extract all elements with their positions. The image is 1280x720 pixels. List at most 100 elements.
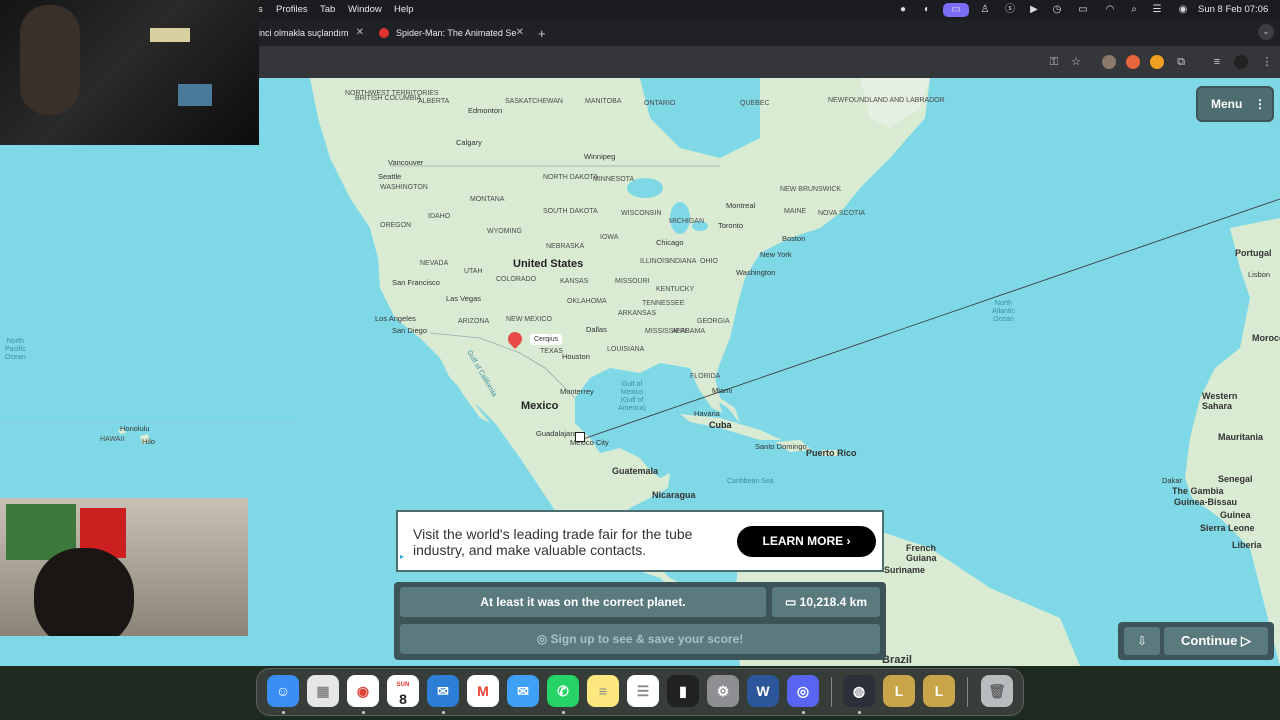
profile-avatar-icon[interactable] [1234, 55, 1248, 69]
obs-icon[interactable]: ◍ [843, 675, 875, 707]
menu-help[interactable]: Help [394, 4, 414, 15]
mail-icon[interactable]: ✉ [507, 675, 539, 707]
close-tab-icon[interactable]: ✕ [356, 24, 364, 42]
city-label: Los Angeles [375, 314, 416, 323]
region-label: ALABAMA [672, 328, 706, 335]
pin-location-button[interactable]: ⇩ [1124, 627, 1160, 655]
ocean-label-gulf: Gulf of Mexico (Gulf of America) [618, 381, 647, 412]
search-icon[interactable]: ⌕ [1127, 3, 1141, 17]
menu-window[interactable]: Window [348, 4, 382, 15]
siri-icon[interactable]: ◉ [1176, 3, 1190, 17]
tab-search-icon[interactable]: ⌄ [1258, 24, 1274, 40]
running-indicator [362, 711, 365, 714]
new-tab-button[interactable]: + [538, 26, 546, 41]
whatsapp-icon[interactable]: ✆ [547, 675, 579, 707]
launchpad-icon[interactable]: ▦ [307, 675, 339, 707]
car-display [178, 84, 212, 106]
advertisement[interactable]: Visit the world's leading trade fair for… [396, 510, 884, 572]
league-game-icon[interactable]: L [923, 675, 955, 707]
status-dot-icon[interactable]: ● [896, 3, 910, 17]
settings-gear-icon[interactable]: ⚙ [707, 675, 739, 707]
running-indicator [858, 711, 861, 714]
city-label: New York [760, 250, 792, 259]
continue-button[interactable]: Continue ▷ [1164, 627, 1268, 655]
calendar-day: 8 [399, 691, 407, 707]
region-label: ILLINOIS [640, 258, 669, 265]
finder-icon[interactable]: ☺ [267, 675, 299, 707]
ocean-label-atlantic: North Atlantic Ocean [992, 300, 1015, 323]
battery-icon[interactable]: ▭ [1074, 3, 1092, 17]
discord-icon[interactable]: ◎ [787, 675, 819, 707]
region-label: WISCONSIN [621, 210, 662, 217]
region-label: FLORIDA [690, 373, 721, 380]
ruler-icon: ▭ [784, 595, 800, 609]
region-label: ONTARIO [644, 100, 676, 107]
tab-spiderman[interactable]: Spider-Man: The Animated Se ✕ [374, 24, 530, 46]
calendar-icon[interactable]: SUN 8 [387, 675, 419, 707]
city-label: The Gambia [1172, 486, 1224, 496]
battery-menu-icon[interactable]: ♙ [978, 3, 992, 17]
reading-list-icon[interactable]: ≡ [1210, 55, 1224, 69]
region-label: OREGON [380, 222, 412, 229]
notes-icon[interactable]: ≡ [587, 675, 619, 707]
region-label: OKLAHOMA [567, 298, 607, 305]
tab-inactive[interactable]: inci olmakla suçlandım ✕ [252, 24, 370, 46]
city-label: Lisbon [1248, 270, 1271, 279]
password-key-icon[interactable]: ⚿ [1047, 55, 1061, 69]
play-icon[interactable]: ▶ [1027, 3, 1041, 17]
outlook-icon[interactable]: ✉ [427, 675, 459, 707]
extension-3-icon[interactable] [1150, 55, 1164, 69]
region-label: QUEBEC [740, 100, 770, 107]
trash-icon[interactable]: 🗑 [981, 675, 1013, 707]
screen-share-icon[interactable]: ◐ [920, 3, 934, 17]
ad-learn-more-button[interactable]: LEARN MORE › [737, 526, 876, 557]
chrome-icon[interactable]: ◉ [347, 675, 379, 707]
city-label: French Guiana [906, 543, 937, 563]
region-label: TENNESSEE [642, 300, 685, 307]
correct-location-flag-icon [575, 432, 585, 442]
city-label: Chicago [656, 238, 684, 247]
calendar-month: SUN [396, 682, 410, 688]
city-label: Portugal [1235, 248, 1272, 258]
city-label: Edmonton [468, 106, 503, 115]
city-label: Guatemala [612, 466, 659, 476]
extension-1-icon[interactable] [1102, 55, 1116, 69]
extension-2-icon[interactable] [1126, 55, 1140, 69]
result-panel: At least it was on the correct planet. ▭… [394, 582, 886, 660]
pin-icon: ⇩ [1136, 634, 1148, 648]
menu-button[interactable]: Menu ⋮ [1198, 88, 1272, 120]
running-indicator [442, 711, 445, 714]
extensions-puzzle-icon[interactable]: ⧉ [1174, 55, 1188, 69]
shazam-icon[interactable]: ⓢ [1003, 3, 1017, 17]
menubar-clock[interactable]: Sun 8 Feb 07:06 [1198, 4, 1268, 15]
control-center-icon[interactable]: ☰ [1150, 3, 1164, 17]
city-label: Washington [736, 268, 776, 277]
spiderman-favicon-icon [379, 28, 389, 38]
timer-icon[interactable]: ◷ [1050, 3, 1064, 17]
menu-profiles[interactable]: Profiles [276, 4, 308, 15]
wifi-icon[interactable]: ◠ [1103, 3, 1117, 17]
region-label: GEORGIA [697, 318, 730, 325]
signup-button[interactable]: ◎ Sign up to see & save your score! [400, 624, 880, 654]
screen-record-icon[interactable]: ▭ [943, 3, 969, 17]
menu-tab[interactable]: Tab [320, 4, 335, 15]
browser-menu-icon[interactable]: ⋮ [1260, 55, 1274, 69]
adchoices-icon[interactable]: ▸ [400, 552, 404, 561]
bookmark-star-icon[interactable]: ☆ [1069, 55, 1083, 69]
league-client-icon[interactable]: L [883, 675, 915, 707]
city-label: Honolulu [120, 424, 150, 433]
region-label: LOUISIANA [607, 346, 645, 353]
region-label: NEVADA [420, 260, 449, 267]
chart-app-icon[interactable]: ▮ [667, 675, 699, 707]
city-label: Houston [562, 352, 590, 361]
gmail-icon[interactable]: M [467, 675, 499, 707]
ocean-label-pacific: North Pacific Ocean [5, 338, 26, 361]
word-icon[interactable]: W [747, 675, 779, 707]
city-label: Mauritania [1218, 432, 1264, 442]
region-label: COLORADO [496, 276, 537, 283]
region-label: SOUTH DAKOTA [543, 208, 598, 215]
reminders-icon[interactable]: ☰ [627, 675, 659, 707]
region-label: NEW MEXICO [506, 316, 552, 323]
tab-title: Spider-Man: The Animated Se [396, 28, 517, 38]
close-tab-icon[interactable]: ✕ [516, 24, 524, 42]
